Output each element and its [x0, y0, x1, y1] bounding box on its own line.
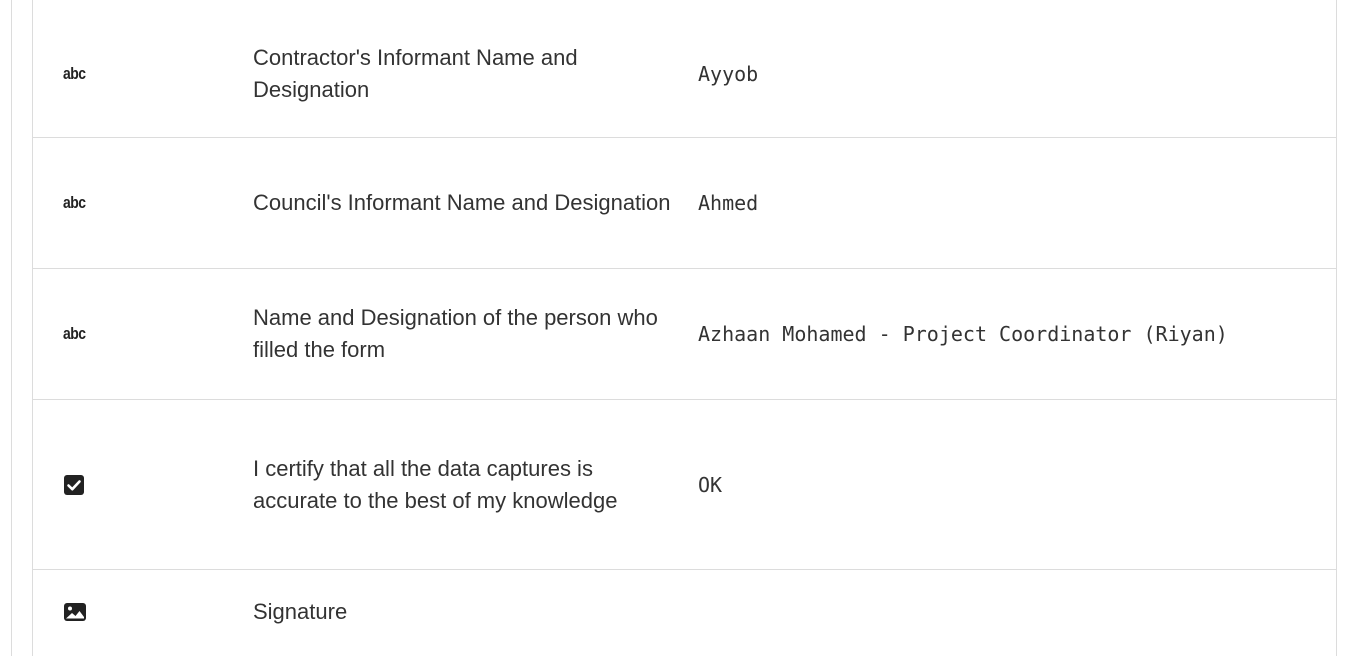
type-cell [33, 570, 238, 622]
field-row: Signature [33, 570, 1336, 656]
field-value: OK [698, 472, 723, 497]
text-type-icon: abc [63, 193, 86, 212]
field-row: abc Contractor's Informant Name and Desi… [33, 10, 1336, 138]
type-cell: abc [33, 64, 238, 84]
field-row: I certify that all the data captures is … [33, 400, 1336, 570]
submission-fields-table: abc Contractor's Informant Name and Desi… [32, 0, 1337, 656]
type-cell: abc [33, 324, 238, 344]
field-value: Ayyob [698, 61, 759, 86]
page: abc Contractor's Informant Name and Desi… [0, 0, 1362, 656]
field-label: Name and Designation of the person who f… [253, 305, 658, 362]
outer-divider [11, 0, 12, 656]
field-value [698, 570, 1336, 596]
field-row: abc Council's Informant Name and Designa… [33, 138, 1336, 269]
image-icon [63, 602, 87, 622]
field-row: abc Name and Designation of the person w… [33, 269, 1336, 400]
field-value: Azhaan Mohamed - Project Coordinator (Ri… [698, 322, 1228, 346]
type-cell: abc [33, 193, 238, 213]
text-type-icon: abc [63, 324, 86, 343]
field-value: Ahmed [698, 191, 759, 215]
text-type-icon: abc [63, 63, 86, 83]
field-label: Contractor's Informant Name and Designat… [253, 44, 578, 102]
type-cell [33, 474, 238, 496]
field-label: Signature [253, 599, 348, 624]
field-label: Council's Informant Name and Designation [253, 190, 671, 215]
checkbox-icon [63, 474, 85, 496]
field-label: I certify that all the data captures is … [253, 455, 618, 513]
